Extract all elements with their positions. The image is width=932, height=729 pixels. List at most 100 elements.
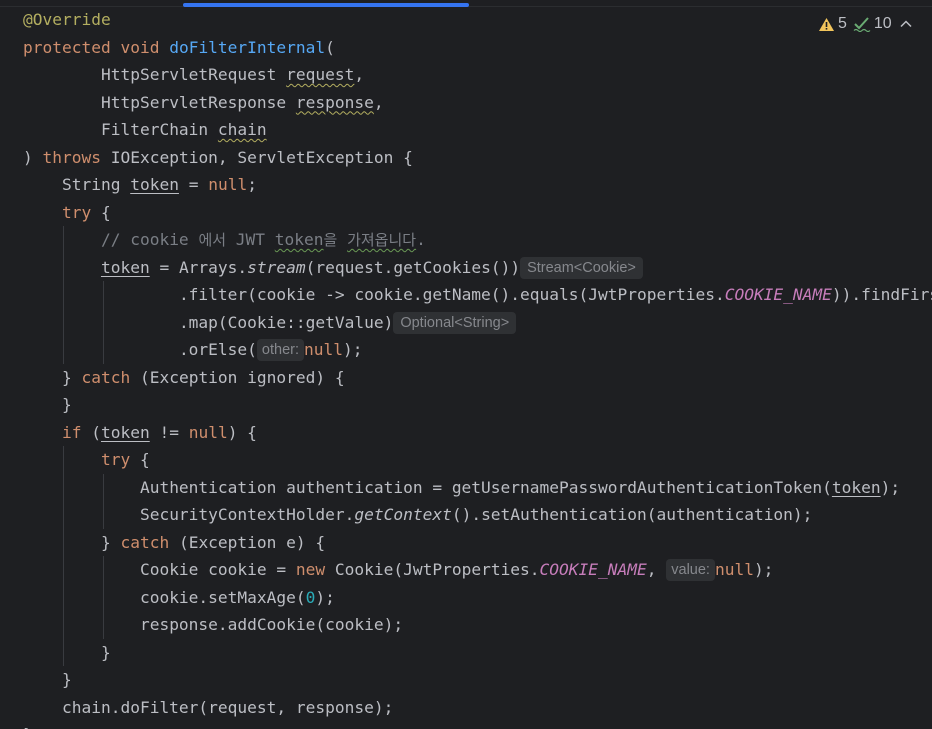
code-token: token <box>100 257 150 277</box>
code-line[interactable]: Authentication authentication = getUsern… <box>23 473 932 501</box>
indent-guide <box>103 281 104 309</box>
indent-guide <box>63 583 64 611</box>
code-token: } <box>61 367 82 387</box>
inlay-hint[interactable]: Stream<Cookie> <box>520 256 643 279</box>
code-token: String <box>61 175 131 194</box>
code-line[interactable]: } <box>23 391 932 419</box>
code-token: , <box>373 92 384 112</box>
code-line[interactable]: .orElse(other: null); <box>23 336 932 364</box>
code-token: JWT <box>226 230 275 249</box>
code-line[interactable]: } catch (Exception ignored) { <box>23 364 932 392</box>
code-token: } <box>61 395 72 414</box>
code-token: != <box>149 422 189 442</box>
code-token: // cookie <box>100 230 199 249</box>
indent-guide <box>103 473 104 501</box>
indent-guide <box>103 611 104 639</box>
code-line[interactable]: } <box>23 638 932 666</box>
code-token: null <box>304 340 343 359</box>
code-line[interactable]: ) throws IOException, ServletException { <box>23 144 932 172</box>
code-line[interactable]: protected void doFilterInternal( <box>23 34 932 62</box>
indent-guide <box>63 336 64 364</box>
code-token: token <box>274 230 324 249</box>
code-token: .filter(cookie -> cookie.getName().equal… <box>178 285 725 304</box>
code-line[interactable]: String token = null; <box>23 171 932 199</box>
code-token: cookie.setMaxAge( <box>139 587 306 607</box>
code-token: .map(Cookie::getValue) <box>178 312 394 332</box>
code-line[interactable]: HttpServletRequest request, <box>23 61 932 89</box>
code-token: catch <box>120 532 170 552</box>
code-token: try <box>100 450 131 469</box>
code-editor[interactable]: 5 10 @Override protected void doFilterInt… <box>0 0 932 729</box>
code-line[interactable]: .map(Cookie::getValue) Optional<String> <box>23 308 932 336</box>
code-token: ) <box>23 147 43 167</box>
code-line[interactable]: token = Arrays.stream(request.getCookies… <box>23 253 932 281</box>
code-token: null <box>714 560 754 579</box>
code-token: (Exception e) { <box>169 532 326 552</box>
code-line[interactable]: .filter(cookie -> cookie.getName().equal… <box>23 281 932 309</box>
code-token: } <box>23 725 33 729</box>
indent-guide <box>63 556 64 584</box>
indent-guide <box>103 308 104 336</box>
indent-guide <box>63 253 64 281</box>
indent-guide <box>63 611 64 639</box>
code-token: HttpServletRequest <box>100 65 287 84</box>
code-line[interactable]: // cookie 에서 JWT token을 가져옵니다. <box>23 226 932 254</box>
indent-guide <box>63 638 64 666</box>
code-token: IOException, ServletException { <box>100 147 413 167</box>
code-token: )).findFirst() <box>831 285 932 304</box>
code-line[interactable]: try { <box>23 446 932 474</box>
code-token: ) { <box>227 422 257 442</box>
code-line[interactable]: Cookie cookie = new Cookie(JwtProperties… <box>23 556 932 584</box>
code-token: 에서 <box>198 231 227 249</box>
code-token: { <box>130 450 150 469</box>
code-token: } <box>100 642 111 662</box>
code-token: COOKIE_NAME <box>724 285 832 304</box>
indent-guide <box>63 473 64 501</box>
code-token: 0 <box>305 587 316 607</box>
code-token: (request.getCookies()) <box>305 257 521 277</box>
code-line[interactable]: } <box>23 721 932 729</box>
indent-guide <box>103 336 104 364</box>
code-line[interactable]: HttpServletResponse response, <box>23 89 932 117</box>
code-token: . <box>416 230 426 249</box>
inlay-hint[interactable]: other: <box>256 339 304 361</box>
code-line[interactable]: @Override <box>23 6 932 34</box>
code-line[interactable]: FilterChain chain <box>23 116 932 144</box>
code-token: ().setAuthentication(authentication); <box>451 505 813 524</box>
code-line[interactable]: response.addCookie(cookie); <box>23 611 932 639</box>
code-token: { <box>91 202 111 222</box>
code-token: if <box>61 422 82 442</box>
code-token: token <box>831 477 881 497</box>
code-token: ( <box>81 422 101 442</box>
code-token: null <box>208 175 248 194</box>
code-line[interactable]: if (token != null) { <box>23 419 932 447</box>
code-token: HttpServletResponse <box>100 92 296 112</box>
code-line[interactable]: try { <box>23 199 932 227</box>
code-lines[interactable]: @Override protected void doFilterInternal… <box>23 6 932 729</box>
inlay-hint[interactable]: value: <box>666 559 715 581</box>
code-token: Cookie(JwtProperties. <box>325 560 540 579</box>
code-token: void <box>120 37 160 57</box>
code-line[interactable]: SecurityContextHolder.getContext().setAu… <box>23 501 932 529</box>
code-token: ( <box>325 37 335 57</box>
code-line[interactable]: cookie.setMaxAge(0); <box>23 583 932 611</box>
code-line[interactable]: chain.doFilter(request, response); <box>23 694 932 722</box>
code-token: @Override <box>23 10 111 29</box>
inlay-hint[interactable]: Optional<String> <box>393 311 517 334</box>
code-token: response <box>295 92 374 112</box>
code-line[interactable]: } catch (Exception e) { <box>23 528 932 556</box>
code-line[interactable]: } <box>23 666 932 694</box>
